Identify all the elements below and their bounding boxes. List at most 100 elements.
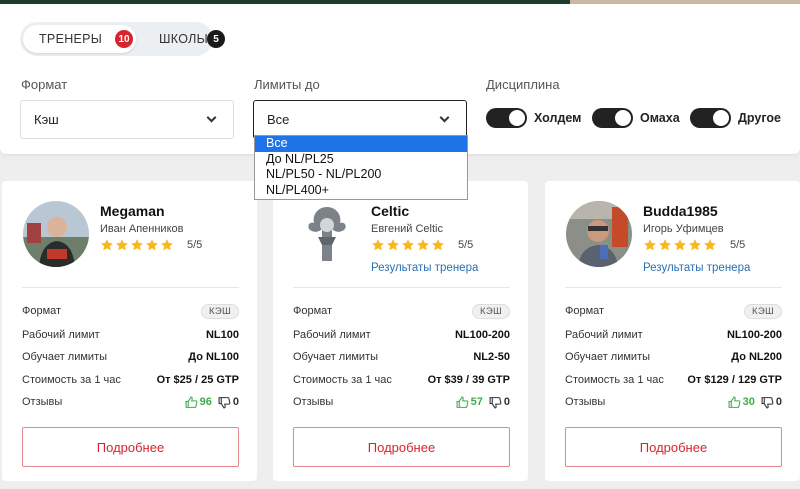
positive-reviews[interactable]: 57 [456,396,483,409]
trainer-nickname[interactable]: Budda1985 [643,203,718,219]
trainer-nickname[interactable]: Celtic [371,203,409,219]
trainer-fullname: Евгений Celtic [371,223,443,235]
trainer-results-link[interactable]: Результаты тренера [371,262,478,274]
chevron-down-icon [206,112,217,123]
trainer-card: Megaman Иван Апенников 5/5 Формат КЭШ Ра… [2,181,257,481]
negative-reviews[interactable]: 0 [489,396,510,409]
star-icon [161,239,173,251]
discipline-filter-label: Дисциплина [486,77,560,92]
limits-select[interactable]: Все [253,100,467,139]
info-row-work-limit: Рабочий лимит NL100 [22,326,239,344]
info-row-teaches: Обучает лимиты До NL100 [22,348,239,366]
rating-stars: 5/5 [371,238,473,252]
star-icon [116,239,128,251]
negative-count: 0 [503,396,510,408]
limits-select-value: Все [267,112,290,127]
info-row-format: Формат КЭШ [293,302,510,320]
omaha-label: Омаха [640,111,680,125]
switch-knob [713,110,729,126]
toggle-other[interactable]: Другое [690,108,781,128]
limits-option[interactable]: Все [255,136,467,152]
info-row-reviews: Отзывы 96 0 [22,393,239,411]
row-label: Отзывы [565,396,606,408]
info-row-cost: Стоимость за 1 час От $39 / 39 GTP [293,371,510,389]
format-select[interactable]: Кэш [20,100,234,139]
limits-option[interactable]: NL/PL400+ [255,183,467,199]
info-row-work-limit: Рабочий лимит NL100-200 [293,326,510,344]
toggle-omaha[interactable]: Омаха [592,108,680,128]
star-icon [387,239,399,251]
info-row-reviews: Отзывы 57 0 [293,393,510,411]
teaches-limits-value: До NL100 [188,351,239,363]
teaches-limits-value: NL2-50 [473,351,510,363]
switch-knob [509,110,525,126]
tab-trainers[interactable]: ТРЕНЕРЫ 10 [23,25,136,53]
row-label: Отзывы [22,396,63,408]
divider [565,287,782,288]
more-details-button[interactable]: Подробнее [22,427,239,467]
star-icon [674,239,686,251]
teaches-limits-value: До NL200 [731,351,782,363]
cost-value: От $39 / 39 GTP [427,374,510,386]
trainer-nickname[interactable]: Megaman [100,203,165,219]
row-label: Формат [565,305,605,317]
trainer-results-link[interactable]: Результаты тренера [643,262,750,274]
other-label: Другое [738,111,781,125]
positive-reviews[interactable]: 30 [728,396,755,409]
more-details-button[interactable]: Подробнее [293,427,510,467]
positive-reviews[interactable]: 96 [185,396,212,409]
avatar[interactable] [23,201,89,267]
more-details-button[interactable]: Подробнее [565,427,782,467]
filter-panel: ТРЕНЕРЫ 10 ШКОЛЫ 5 Формат Кэш Лимиты до … [0,4,800,154]
negative-reviews[interactable]: 0 [218,396,239,409]
row-label: Формат [22,305,62,317]
info-row-reviews: Отзывы 30 0 [565,393,782,411]
tab-schools[interactable]: ШКОЛЫ 5 [140,25,225,53]
info-row-teaches: Обучает лимиты NL2-50 [293,348,510,366]
other-switch[interactable] [690,108,731,128]
work-limit-value: NL100-200 [726,329,782,341]
row-label: Стоимость за 1 час [293,374,392,386]
star-icon [432,239,444,251]
work-limit-value: NL100-200 [454,329,510,341]
tab-schools-count-badge: 5 [207,30,225,48]
limits-option[interactable]: До NL/PL25 [255,152,467,168]
chevron-down-icon [439,112,450,123]
format-badge: КЭШ [744,303,782,319]
avatar[interactable] [566,201,632,267]
switch-knob [615,110,631,126]
format-badge: КЭШ [201,303,239,319]
reviews-counts: 96 0 [185,396,239,409]
row-label: Формат [293,305,333,317]
thumbs-down-icon [761,396,774,408]
divider [293,287,510,288]
star-icon [644,239,656,251]
limits-option[interactable]: NL/PL50 - NL/PL200 [255,167,467,183]
cost-value: От $129 / 129 GTP [687,374,782,386]
positive-count: 57 [470,396,483,408]
star-icon [131,239,143,251]
holdem-switch[interactable] [486,108,527,128]
trainer-card: Celtic Евгений Celtic 5/5 Результаты тре… [273,181,528,481]
star-icon [704,239,716,251]
row-label: Рабочий лимит [22,329,100,341]
toggle-holdem[interactable]: Холдем [486,108,581,128]
info-row-format: Формат КЭШ [565,302,782,320]
thumbs-down-icon [218,396,231,408]
omaha-switch[interactable] [592,108,633,128]
format-badge: КЭШ [472,303,510,319]
thumbs-down-icon [489,396,502,408]
negative-reviews[interactable]: 0 [761,396,782,409]
avatar[interactable] [294,201,360,267]
info-row-cost: Стоимость за 1 час От $25 / 25 GTP [22,371,239,389]
tab-trainers-count-badge: 10 [115,30,133,48]
thumbs-up-icon [185,396,197,408]
tab-trainers-label: ТРЕНЕРЫ [39,32,103,46]
thumbs-up-icon [728,396,740,408]
work-limit-value: NL100 [205,329,239,341]
rating-value: 5/5 [458,239,474,251]
tab-schools-label: ШКОЛЫ [159,32,208,46]
limits-filter-label: Лимиты до [254,77,320,92]
rating-stars: 5/5 [643,238,745,252]
star-icon [101,239,113,251]
